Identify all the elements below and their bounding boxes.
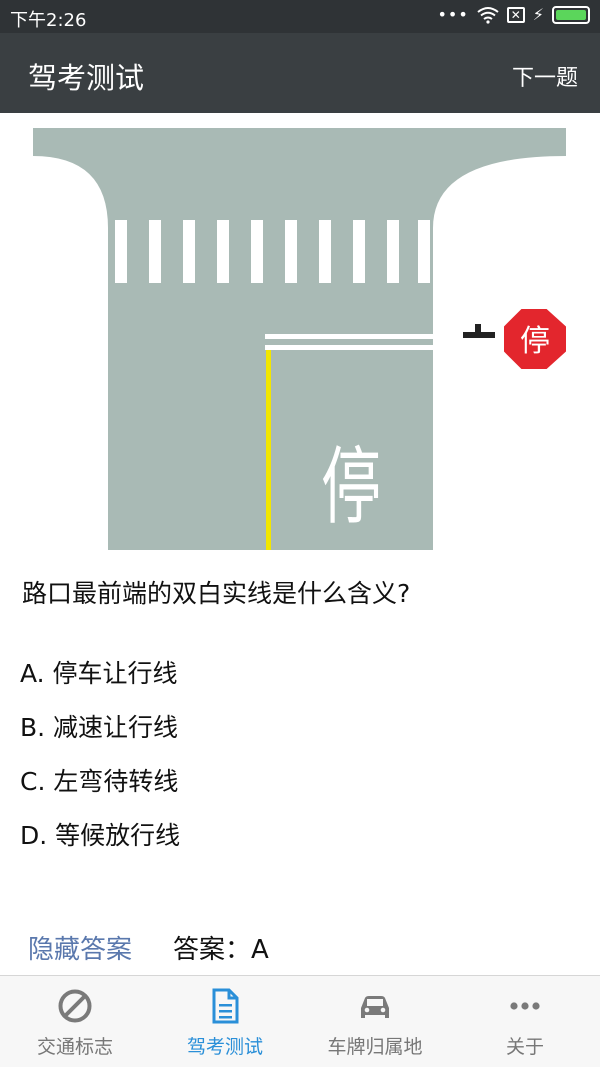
- option-c[interactable]: C. 左弯待转线: [20, 762, 178, 798]
- nav-item-about[interactable]: 关于: [450, 976, 600, 1067]
- status-bar: 下午2:26 ••• ✕ ⚡: [0, 0, 600, 33]
- nav-label: 关于: [505, 1036, 544, 1058]
- stop-sign-text: 停: [520, 324, 550, 359]
- car-icon: [361, 996, 389, 1018]
- page-title: 驾考测试: [28, 61, 145, 95]
- battery-icon: [552, 5, 590, 24]
- nav-label: 驾考测试: [186, 1036, 263, 1058]
- question-text: 路口最前端的双白实线是什么含义?: [22, 579, 411, 608]
- question-illustration: 停 停: [33, 128, 566, 550]
- next-question-button[interactable]: 下一题: [512, 60, 578, 92]
- nav-item-driving-test[interactable]: 驾考测试: [150, 976, 300, 1067]
- bottom-nav: 交通标志 驾考测试 车牌归属地 关于: [0, 975, 600, 1067]
- status-time: 下午2:26: [10, 10, 87, 31]
- option-b[interactable]: B. 减速让行线: [20, 708, 178, 744]
- stop-sign-post: [463, 324, 495, 338]
- option-d[interactable]: D. 等候放行线: [20, 816, 180, 852]
- nav-item-traffic-signs[interactable]: 交通标志: [0, 976, 150, 1067]
- option-a[interactable]: A. 停车让行线: [20, 654, 178, 690]
- more-icon: [510, 1002, 540, 1010]
- road-marking-text: 停: [321, 439, 381, 537]
- answer-text: 答案：A: [173, 935, 269, 965]
- no-entry-icon: [58, 989, 92, 1023]
- yellow-center-line: [266, 350, 271, 550]
- nav-item-plate-lookup[interactable]: 车牌归属地: [300, 976, 450, 1067]
- no-sim-icon: ✕: [506, 6, 525, 23]
- charging-icon: ⚡: [532, 5, 544, 24]
- hide-answer-button[interactable]: 隐藏答案: [28, 929, 132, 966]
- nav-label: 车牌归属地: [327, 1036, 423, 1058]
- more-dots-icon: •••: [437, 5, 469, 24]
- wifi-icon: [477, 6, 499, 24]
- status-icons: ••• ✕ ⚡: [437, 5, 590, 24]
- nav-label: 交通标志: [36, 1036, 113, 1058]
- app-bar: 驾考测试 下一题: [0, 33, 600, 113]
- document-icon: [212, 988, 239, 1024]
